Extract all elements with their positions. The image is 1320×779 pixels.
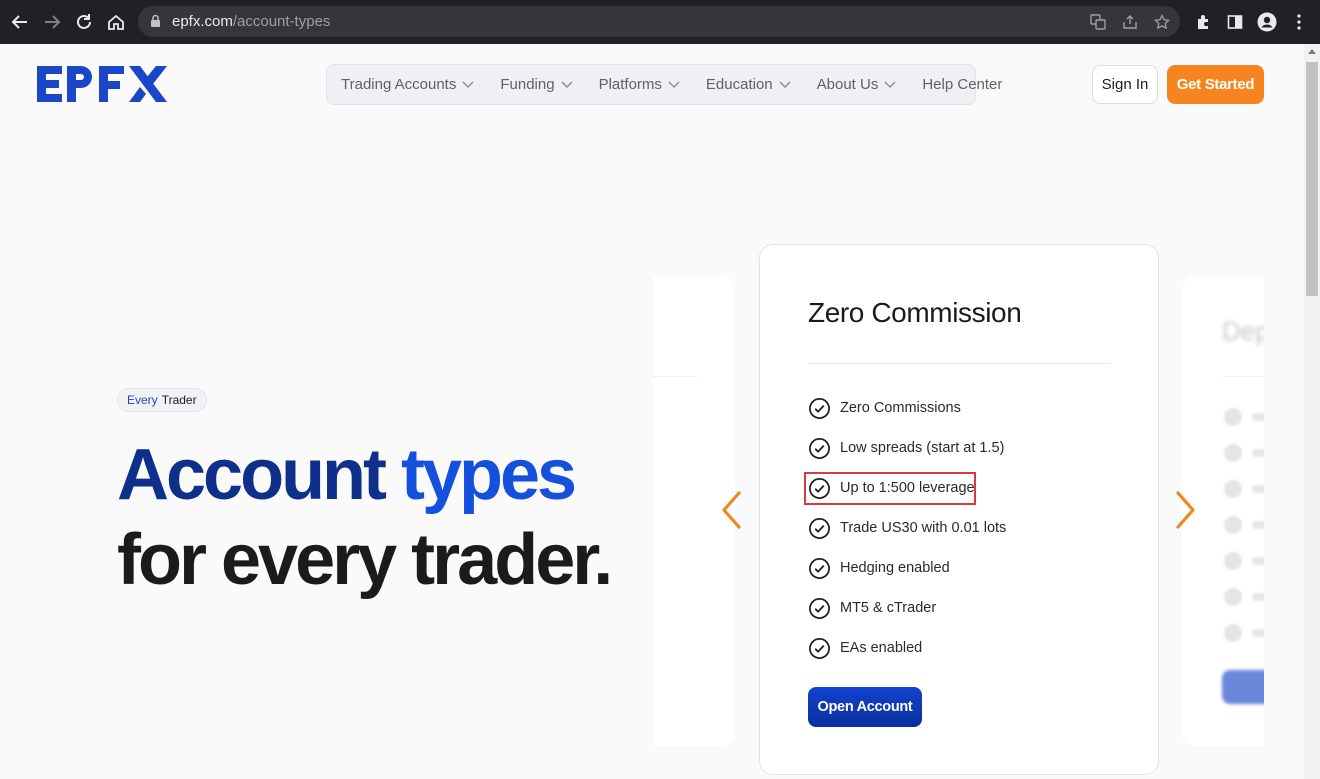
hero-title-word-account: Account (117, 435, 387, 515)
feature-item: EAs enabled (808, 636, 922, 660)
scrollbar-thumb[interactable] (1306, 62, 1318, 296)
side-panel-icon[interactable] (1224, 11, 1246, 33)
nav-platforms[interactable]: Platforms (599, 76, 680, 93)
check-icon (1224, 444, 1242, 462)
scroll-up-icon[interactable] (1308, 49, 1316, 54)
check-icon (1224, 480, 1242, 498)
chevron-down-icon (884, 80, 896, 88)
nav-funding[interactable]: Funding (500, 76, 573, 93)
check-icon (1224, 588, 1242, 606)
card-divider (653, 376, 698, 377)
check-icon (1224, 552, 1242, 570)
check-icon (1224, 408, 1242, 426)
nav-trading-accounts[interactable]: Trading Accounts (341, 76, 474, 93)
browser-menu-icon[interactable] (1288, 11, 1310, 33)
feature-label: Trade US30 with 0.01 lots (840, 520, 1007, 536)
badge-accent-text: Every (127, 393, 158, 407)
address-bar[interactable]: epfx.com/account-types (138, 6, 1180, 37)
every-trader-badge: Every Trader (117, 388, 207, 412)
card-divider (1222, 376, 1264, 377)
next-card-title: Dep (1222, 316, 1264, 346)
chevron-down-icon (462, 80, 474, 88)
feature-label: EAs enabled (840, 640, 923, 656)
profile-icon[interactable] (1256, 11, 1278, 33)
forward-icon[interactable] (40, 10, 64, 34)
url-text[interactable]: epfx.com/account-types (172, 13, 330, 30)
translate-icon[interactable] (1088, 12, 1108, 32)
nav-help-center[interactable]: Help Center (922, 76, 1002, 93)
highlight-box (804, 472, 976, 505)
card-title: Zero Commission (808, 297, 1022, 328)
chevron-down-icon (779, 80, 791, 88)
sign-in-button[interactable]: Sign In (1092, 65, 1158, 104)
lock-icon[interactable] (150, 14, 161, 33)
feature-item: MT5 & cTrader (808, 596, 936, 620)
check-circle-icon (809, 637, 830, 659)
feature-item: Zero Commissions (808, 396, 961, 420)
get-started-button[interactable]: Get Started (1167, 65, 1264, 104)
feature-label: Low spreads (start at 1.5) (840, 440, 1005, 456)
check-circle-icon (809, 557, 830, 579)
card-divider (808, 363, 1110, 364)
reload-icon[interactable] (72, 10, 96, 34)
hero-title-word-types: types (401, 435, 577, 515)
check-circle-icon (809, 517, 830, 539)
hero-title-line1: Account types (117, 432, 577, 518)
blurred-text (1252, 413, 1264, 421)
page-scrollbar[interactable] (1304, 44, 1320, 779)
feature-label: MT5 & cTrader (840, 600, 937, 616)
badge-text: Trader (161, 393, 197, 407)
extensions-icon[interactable] (1192, 11, 1214, 33)
blurred-text (1252, 557, 1264, 565)
blurred-text (1252, 485, 1264, 493)
feature-label: Zero Commissions (840, 400, 961, 416)
nav-education[interactable]: Education (706, 76, 791, 93)
share-icon[interactable] (1120, 12, 1140, 32)
check-circle-icon (809, 397, 830, 419)
nav-about-us[interactable]: About Us (817, 76, 897, 93)
chevron-down-icon (668, 80, 680, 88)
blurred-text (1252, 521, 1264, 529)
check-icon (1224, 516, 1242, 534)
feature-item: Trade US30 with 0.01 lots (808, 516, 1006, 540)
feature-item: Low spreads (start at 1.5) (808, 436, 1004, 460)
feature-item: Hedging enabled (808, 556, 950, 580)
hero-title-line2: for every trader. (117, 520, 613, 600)
epfx-logo[interactable] (37, 64, 167, 104)
back-icon[interactable] (8, 10, 32, 34)
open-account-button[interactable]: Open Account (808, 687, 922, 727)
carousel-next-arrow-icon[interactable] (1173, 490, 1197, 530)
carousel-prev-arrow-icon[interactable] (720, 490, 744, 530)
home-icon[interactable] (104, 10, 128, 34)
main-navigation: Trading Accounts Funding Platforms Educa… (326, 64, 1002, 105)
blurred-text (1252, 629, 1264, 637)
blurred-text (1252, 449, 1264, 457)
feature-label: Hedging enabled (840, 560, 950, 576)
next-card-open-button[interactable] (1222, 670, 1264, 704)
chevron-down-icon (561, 80, 573, 88)
blurred-text (1252, 593, 1264, 601)
browser-toolbar: epfx.com/account-types (0, 0, 1320, 44)
check-icon (1224, 624, 1242, 642)
zero-commission-card: Zero Commission Zero Commissions Low spr… (759, 244, 1159, 775)
bookmark-star-icon[interactable] (1152, 12, 1172, 32)
check-circle-icon (809, 597, 830, 619)
check-circle-icon (809, 437, 830, 459)
